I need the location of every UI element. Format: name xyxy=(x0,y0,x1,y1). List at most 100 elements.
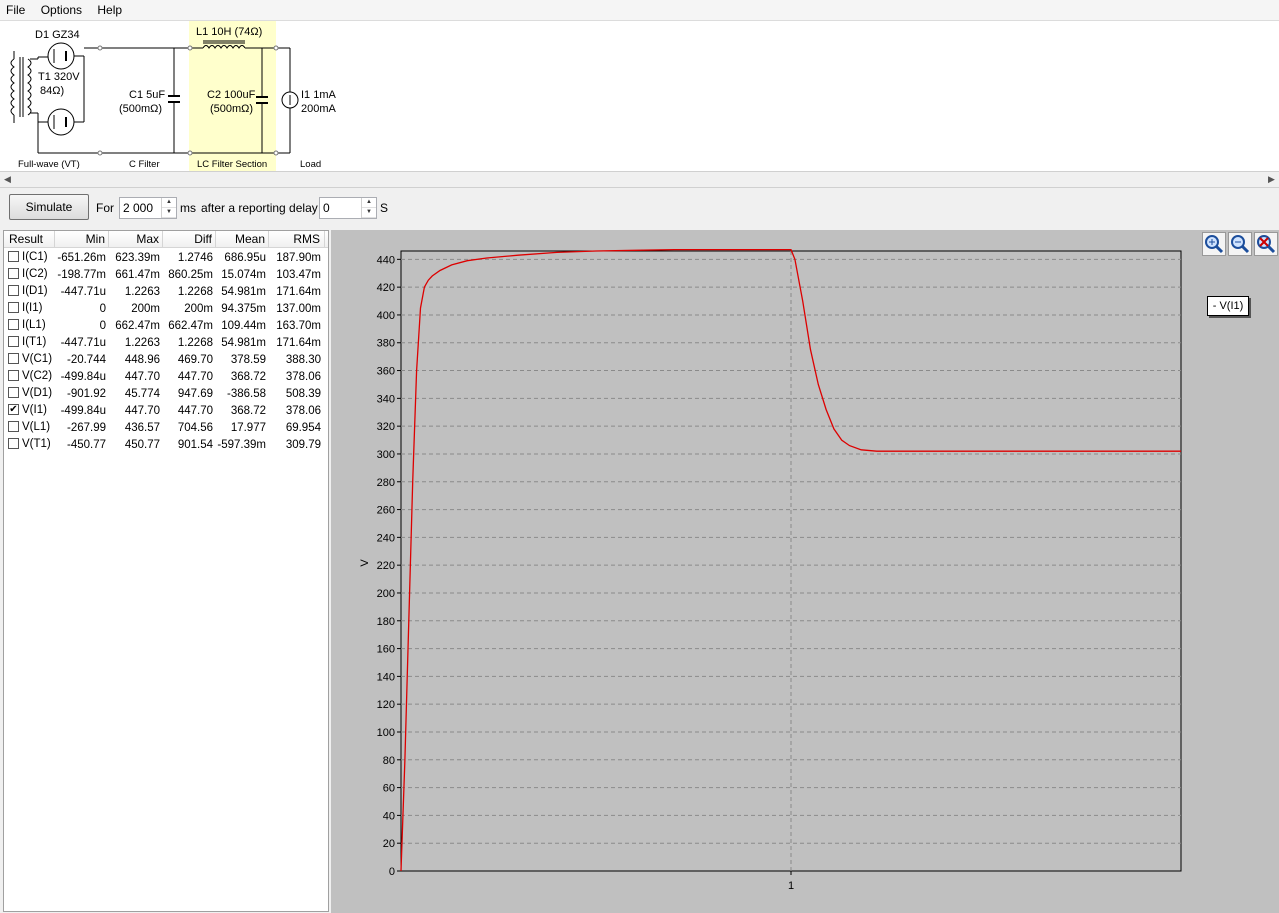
result-rms: 171.64m xyxy=(276,336,321,349)
menu-options[interactable]: Options xyxy=(35,0,88,17)
spin-down-icon[interactable]: ▼ xyxy=(362,208,376,218)
result-mean: -386.58 xyxy=(226,387,266,400)
result-rms: 171.64m xyxy=(276,285,321,298)
scroll-left-arrow-icon[interactable]: ◀ xyxy=(0,172,15,187)
result-checkbox[interactable]: ✔ xyxy=(8,404,19,415)
result-max: 447.70 xyxy=(124,370,160,383)
col-max[interactable]: Max xyxy=(109,231,163,247)
result-checkbox[interactable] xyxy=(8,387,19,398)
result-diff: 469.70 xyxy=(177,353,213,366)
result-checkbox[interactable] xyxy=(8,336,19,347)
scroll-right-arrow-icon[interactable]: ▶ xyxy=(1264,172,1279,187)
schematic-panel[interactable]: D1 GZ34 T1 320V 84Ω) C1 5uF (500mΩ) L1 1… xyxy=(0,21,1279,171)
result-max: 200m xyxy=(131,302,160,315)
menu-bar: File Options Help xyxy=(0,0,1279,21)
table-row[interactable]: ✔ V(I1) -499.84u 447.70 447.70 368.72 378.06 xyxy=(4,401,328,418)
result-diff: 860.25m xyxy=(168,268,213,281)
result-min: -198.77m xyxy=(57,268,106,281)
result-min: 0 xyxy=(99,302,106,315)
result-diff: 1.2268 xyxy=(177,285,213,298)
result-min: -267.99 xyxy=(66,421,106,434)
zoom-reset-icon[interactable] xyxy=(1254,232,1278,256)
col-mean[interactable]: Mean xyxy=(216,231,269,247)
result-max: 450.77 xyxy=(124,438,160,451)
section-fullwave: Full-wave (VT) xyxy=(18,159,80,170)
result-checkbox[interactable] xyxy=(8,268,19,279)
ms-label: ms xyxy=(180,201,196,215)
result-checkbox[interactable] xyxy=(8,302,19,313)
result-rms: 187.90m xyxy=(276,251,321,264)
result-diff: 1.2268 xyxy=(177,336,213,349)
table-row[interactable]: I(D1) -447.71u 1.2263 1.2268 54.981m 171.64m xyxy=(4,282,328,299)
plot-area[interactable] xyxy=(331,230,1279,913)
result-max: 662.47m xyxy=(115,319,160,332)
result-mean: 54.981m xyxy=(221,336,266,349)
delay-stepper[interactable]: 0 ▲ ▼ xyxy=(319,197,377,219)
table-row[interactable]: V(D1) -901.92 45.774 947.69 -386.58 508.39 xyxy=(4,384,328,401)
table-row[interactable]: V(L1) -267.99 436.57 704.56 17.977 69.954 xyxy=(4,418,328,435)
result-checkbox[interactable] xyxy=(8,251,19,262)
table-row[interactable]: I(T1) -447.71u 1.2263 1.2268 54.981m 171.64m xyxy=(4,333,328,350)
menu-file[interactable]: File xyxy=(0,0,31,17)
result-mean: 54.981m xyxy=(221,285,266,298)
result-name: V(I1) xyxy=(22,403,47,416)
spin-up-icon[interactable]: ▲ xyxy=(362,198,376,208)
table-row[interactable]: I(I1) 0 200m 200m 94.375m 137.00m xyxy=(4,299,328,316)
table-row[interactable]: I(C1) -651.26m 623.39m 1.2746 686.95u 187.90m xyxy=(4,248,328,265)
result-mean: 378.59 xyxy=(230,353,266,366)
menu-help[interactable]: Help xyxy=(91,0,128,17)
result-rms: 137.00m xyxy=(276,302,321,315)
result-checkbox[interactable] xyxy=(8,438,19,449)
table-row[interactable]: V(T1) -450.77 450.77 901.54 -597.39m 309.79 xyxy=(4,435,328,452)
spin-down-icon[interactable]: ▼ xyxy=(162,208,176,218)
result-checkbox[interactable] xyxy=(8,319,19,330)
label-d1: D1 GZ34 xyxy=(35,29,80,41)
col-result[interactable]: Result xyxy=(4,231,55,247)
result-checkbox[interactable] xyxy=(8,285,19,296)
result-max: 1.2263 xyxy=(124,336,160,349)
result-checkbox[interactable] xyxy=(8,370,19,381)
table-row[interactable]: V(C1) -20.744 448.96 469.70 378.59 388.30 xyxy=(4,350,328,367)
schematic-scrollbar[interactable]: ◀ ▶ xyxy=(0,171,1279,188)
result-checkbox[interactable] xyxy=(8,421,19,432)
label-l1: L1 10H (74Ω) xyxy=(196,26,262,38)
label-i1-max: 200mA xyxy=(301,103,337,115)
simulate-button[interactable]: Simulate xyxy=(9,194,89,220)
zoom-in-icon[interactable] xyxy=(1202,232,1226,256)
table-row[interactable]: I(L1) 0 662.47m 662.47m 109.44m 163.70m xyxy=(4,316,328,333)
section-load: Load xyxy=(300,159,321,170)
result-min: 0 xyxy=(99,319,106,332)
table-row[interactable]: V(C2) -499.84u 447.70 447.70 368.72 378.06 xyxy=(4,367,328,384)
duration-value: 2 000 xyxy=(123,201,154,215)
result-mean: 17.977 xyxy=(230,421,266,434)
table-row[interactable]: I(C2) -198.77m 661.47m 860.25m 15.074m 103.47… xyxy=(4,265,328,282)
label-t1: T1 320V xyxy=(38,71,80,83)
result-max: 448.96 xyxy=(124,353,160,366)
zoom-out-icon[interactable] xyxy=(1228,232,1252,256)
result-rms: 378.06 xyxy=(285,404,321,417)
tube-d1-bottom xyxy=(47,108,75,136)
result-rms: 69.954 xyxy=(285,421,321,434)
result-diff: 947.69 xyxy=(177,387,213,400)
result-max: 1.2263 xyxy=(124,285,160,298)
result-min: -901.92 xyxy=(66,387,106,400)
result-mean: 686.95u xyxy=(224,251,266,264)
duration-stepper[interactable]: 2 000 ▲ ▼ xyxy=(119,197,177,219)
result-rms: 309.79 xyxy=(285,438,321,451)
section-c-filter: C Filter xyxy=(129,159,160,170)
result-rms: 163.70m xyxy=(276,319,321,332)
col-min[interactable]: Min xyxy=(55,231,109,247)
result-name: V(C2) xyxy=(22,369,53,382)
chart-legend[interactable]: - V(I1) xyxy=(1207,296,1249,316)
col-rms[interactable]: RMS xyxy=(269,231,325,247)
result-rms: 378.06 xyxy=(285,370,321,383)
result-mean: 109.44m xyxy=(221,319,266,332)
result-checkbox[interactable] xyxy=(8,353,19,364)
result-diff: 200m xyxy=(184,302,213,315)
col-diff[interactable]: Diff xyxy=(163,231,216,247)
result-min: -447.71u xyxy=(60,336,106,349)
result-rms: 508.39 xyxy=(285,387,321,400)
section-lc-filter: LC Filter Section xyxy=(197,159,267,170)
result-name: I(C2) xyxy=(22,267,48,280)
spin-up-icon[interactable]: ▲ xyxy=(162,198,176,208)
